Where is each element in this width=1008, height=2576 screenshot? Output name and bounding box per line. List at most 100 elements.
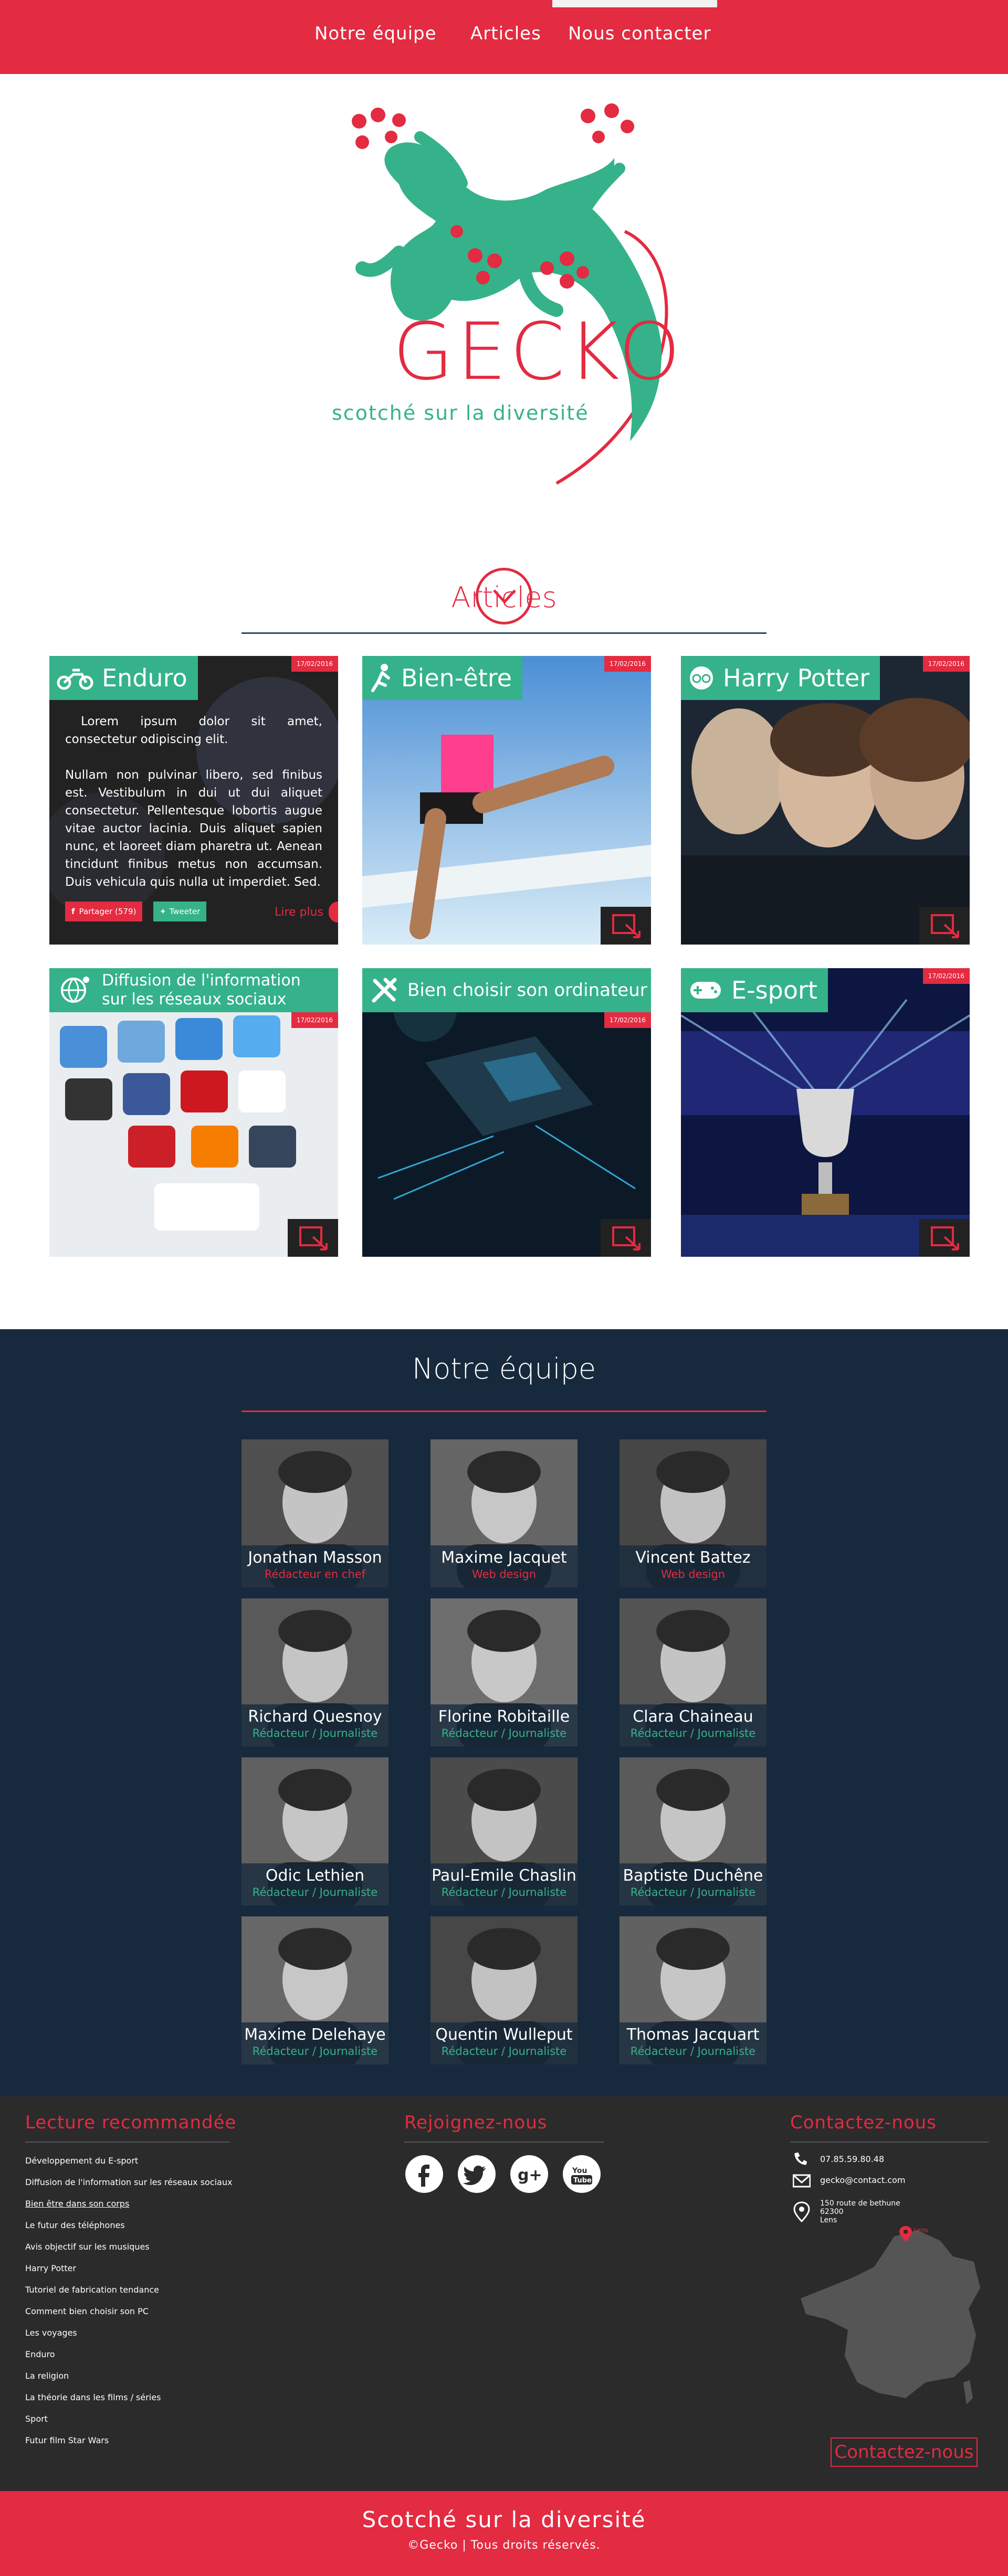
contact-address: 150 route de bethune 62300 Lens	[820, 2199, 900, 2224]
brand-name: GECKO	[393, 306, 684, 398]
recommended-link[interactable]: Futur film Star Wars	[25, 2435, 109, 2445]
card-title-tag: Bien-être	[362, 656, 522, 700]
recommended-title: Lecture recommandée	[25, 2112, 237, 2133]
recommended-link[interactable]: Sport	[25, 2414, 48, 2424]
open-article-button[interactable]	[919, 907, 970, 945]
nav-link-articles[interactable]: Articles	[470, 23, 541, 44]
team-member-card: Odic Lethien Rédacteur / Journaliste	[242, 1757, 388, 1905]
social-title: Rejoignez-nous	[404, 2112, 548, 2133]
member-caption: Maxime Delehaye Rédacteur / Journaliste	[242, 2022, 388, 2064]
member-name: Jonathan Masson	[248, 1549, 382, 1567]
article-card-harry-potter[interactable]: Harry Potter 17/02/2016	[681, 656, 970, 945]
member-caption: Vincent Battez Web design	[620, 1545, 766, 1587]
nav-link-contact[interactable]: Nous contacter	[568, 23, 711, 44]
card-excerpt-p2: Nullam non pulvinar libero, sed finibus …	[65, 768, 322, 889]
recommended-link[interactable]: Développement du E-sport	[25, 2156, 138, 2166]
svg-text:Tube: Tube	[573, 2177, 592, 2185]
recommended-divider	[25, 2142, 230, 2143]
member-caption: Baptiste Duchêne Rédacteur / Journaliste	[620, 1863, 766, 1905]
recommended-link[interactable]: La religion	[25, 2371, 69, 2381]
team-section: Notre équipe Jonathan Masson Rédacteur en…	[0, 1329, 1008, 2096]
recommended-link[interactable]: Bien être dans son corps	[25, 2199, 129, 2209]
team-title: Notre équipe	[412, 1352, 596, 1385]
member-name: Maxime Jacquet	[441, 1549, 567, 1567]
tweet-button[interactable]: ✦ Tweeter	[153, 902, 207, 921]
card-title: Diffusion de l'information sur les résea…	[102, 971, 301, 1009]
member-name: Quentin Wulleput	[435, 2026, 573, 2044]
card-date: 17/02/2016	[922, 968, 970, 984]
facebook-link[interactable]	[405, 2155, 443, 2193]
article-card-bien-etre[interactable]: Bien-être 17/02/2016	[362, 656, 651, 945]
article-card-ordinateur[interactable]: Bien choisir son ordinateur 17/02/2016	[362, 968, 651, 1257]
address-line-1: 150 route de bethune	[820, 2199, 900, 2208]
member-name: Clara Chaineau	[633, 1708, 753, 1726]
member-name: Richard Quesnoy	[248, 1708, 382, 1726]
member-role: Rédacteur / Journaliste	[441, 2045, 567, 2058]
member-role: Rédacteur / Journaliste	[630, 2045, 756, 2058]
article-card-diffusion[interactable]: Diffusion de l'information sur les résea…	[49, 968, 338, 1257]
nav-active-indicator	[552, 0, 717, 7]
network-globe-icon	[61, 977, 89, 1003]
recommended-link[interactable]: Tutoriel de fabrication tendance	[25, 2285, 159, 2295]
twitter-link[interactable]	[458, 2155, 496, 2193]
youtube-icon: You Tube	[571, 2167, 592, 2185]
youtube-link[interactable]: You Tube	[563, 2155, 601, 2193]
recommended-link[interactable]: Diffusion de l'information sur les résea…	[25, 2177, 232, 2187]
nav-link-team[interactable]: Notre équipe	[314, 23, 437, 44]
gamepad-icon	[690, 982, 721, 999]
member-caption: Clara Chaineau Rédacteur / Journaliste	[620, 1704, 766, 1746]
glasses-icon	[690, 666, 713, 690]
card-date: 17/02/2016	[291, 656, 338, 672]
google-plus-icon: g+	[518, 2166, 542, 2185]
card-excerpt-p1: Lorem ipsum dolor sit amet, consectetur …	[65, 715, 322, 746]
member-role: Rédacteur / Journaliste	[630, 1886, 756, 1899]
address-line-3: Lens	[820, 2216, 837, 2224]
bottom-bar: Scotché sur la diversité ©Gecko | Tous d…	[0, 2491, 1008, 2576]
recommended-link[interactable]: Avis objectif sur les musiques	[25, 2242, 150, 2252]
contact-button[interactable]: Contactez-nous	[831, 2437, 978, 2467]
recommended-link[interactable]: Enduro	[25, 2349, 55, 2359]
member-role: Rédacteur / Journaliste	[252, 1727, 378, 1740]
team-member-card: Maxime Delehaye Rédacteur / Journaliste	[242, 1916, 388, 2064]
card-title: E-sport	[731, 976, 817, 1004]
open-article-button[interactable]	[601, 907, 651, 945]
member-caption: Maxime Jacquet Web design	[430, 1545, 578, 1587]
member-name: Thomas Jacquart	[626, 2026, 760, 2044]
recommended-link[interactable]: Harry Potter	[25, 2263, 76, 2273]
open-article-button[interactable]	[601, 1219, 651, 1257]
open-article-button[interactable]	[288, 1219, 338, 1257]
team-member-card: Maxime Jacquet Web design	[430, 1439, 578, 1587]
open-article-button[interactable]	[919, 1219, 970, 1257]
article-card-enduro[interactable]: Enduro 17/02/2016 Lorem ipsum dolor sit …	[49, 656, 338, 945]
location-icon	[793, 2201, 810, 2222]
mail-icon	[793, 2174, 811, 2188]
recommended-link[interactable]: Le futur des téléphones	[25, 2220, 125, 2230]
team-member-card: Jonathan Masson Rédacteur en chef	[242, 1439, 388, 1587]
share-label: Partager (579)	[79, 907, 136, 916]
member-caption: Richard Quesnoy Rédacteur / Journaliste	[242, 1704, 388, 1746]
card-title-tag: Bien choisir son ordinateur	[362, 968, 651, 1012]
recommended-link[interactable]: Comment bien choisir son PC	[25, 2306, 149, 2316]
read-more-link[interactable]: Lire plus	[264, 902, 338, 923]
google-plus-link[interactable]: g+	[510, 2155, 548, 2193]
team-member-card: Baptiste Duchêne Rédacteur / Journaliste	[620, 1757, 766, 1905]
facebook-share-button[interactable]: f Partager (579)	[65, 902, 143, 921]
map-label: Lens	[914, 2227, 928, 2234]
article-card-esport[interactable]: E-sport 17/02/2016	[681, 968, 970, 1257]
card-title: Bien choisir son ordinateur	[407, 980, 647, 1001]
team-divider	[242, 1411, 766, 1412]
member-caption: Florine Robitaille Rédacteur / Journalist…	[430, 1704, 578, 1746]
recommended-link[interactable]: Les voyages	[25, 2328, 77, 2338]
recommended-link[interactable]: La théorie dans les films / séries	[25, 2392, 161, 2402]
member-caption: Quentin Wulleput Rédacteur / Journaliste	[430, 2022, 578, 2064]
open-cursor-icon	[931, 914, 959, 938]
address-line-2: 62300	[820, 2208, 844, 2216]
member-caption: Jonathan Masson Rédacteur en chef	[242, 1545, 388, 1587]
member-name: Paul-Emile Chaslin	[432, 1867, 576, 1885]
member-role: Web design	[660, 1568, 726, 1581]
svg-text:g+: g+	[518, 2166, 542, 2185]
team-member-card: Vincent Battez Web design	[620, 1439, 766, 1587]
member-role: Rédacteur / Journaliste	[252, 1886, 378, 1899]
svg-text:You: You	[572, 2167, 587, 2175]
card-title-tag: Harry Potter	[681, 656, 880, 700]
